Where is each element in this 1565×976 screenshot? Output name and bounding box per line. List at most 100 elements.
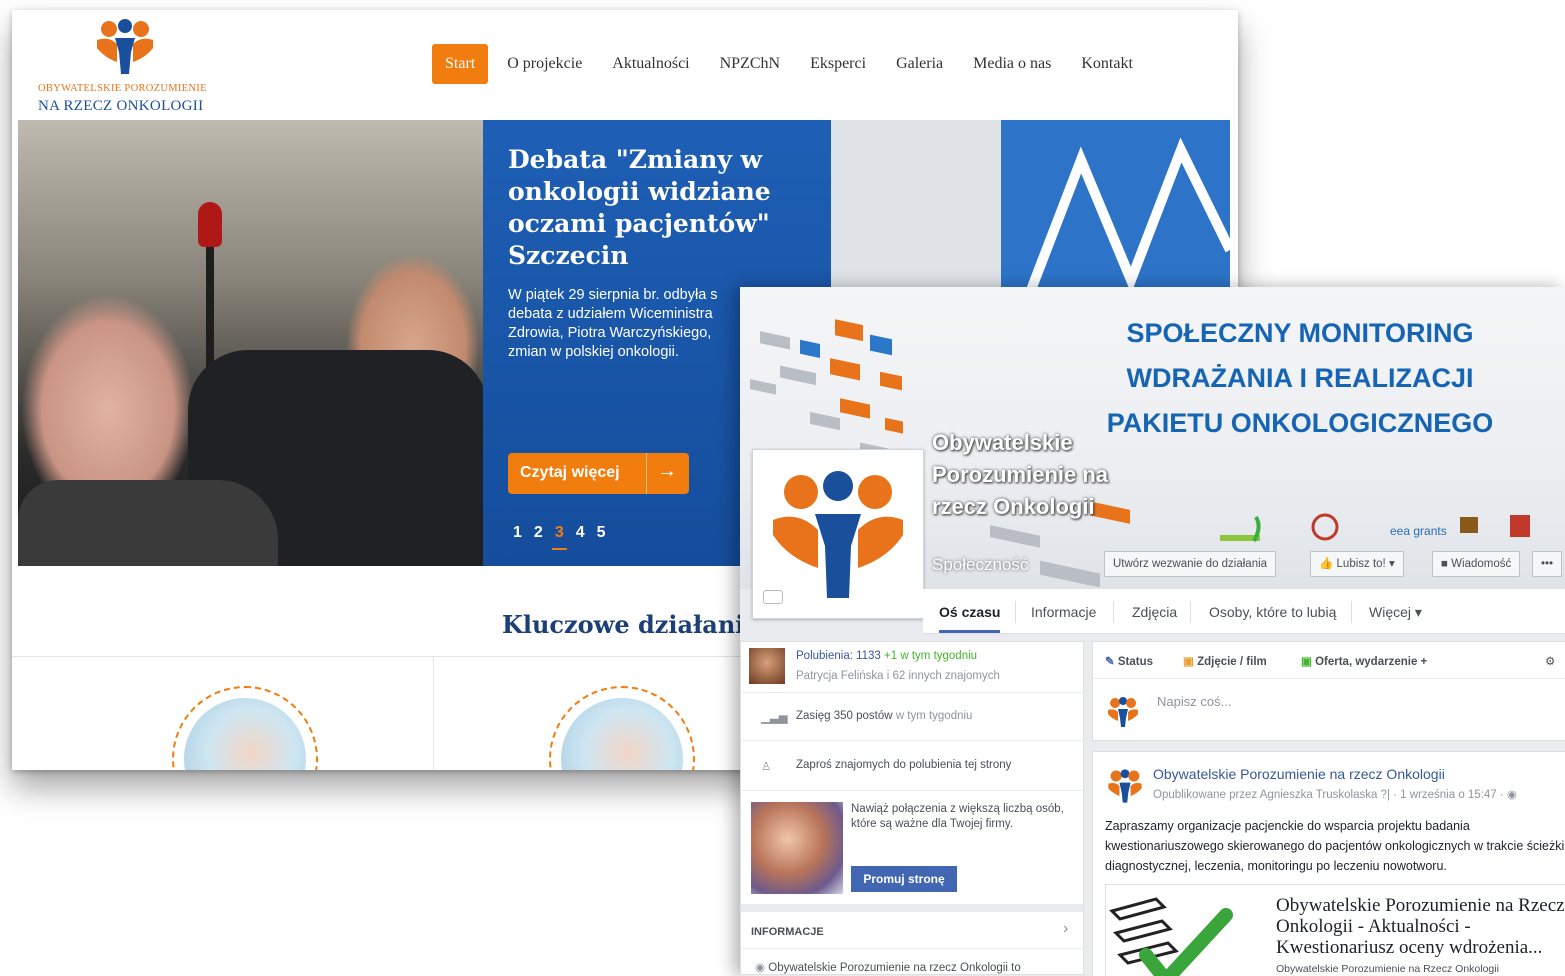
post-meta-text[interactable]: Opublikowane przez Agnieszka Truskolaska… <box>1153 789 1507 801</box>
logo-text-top: OBYWATELSKIE POROZUMIENIE <box>38 83 207 94</box>
checklist-image <box>1106 885 1264 976</box>
main-nav: Start O projekcie Aktualności NPZChN Eks… <box>432 44 1148 84</box>
nav-galeria[interactable]: Galeria <box>881 44 958 84</box>
site-logo[interactable]: OBYWATELSKIE POROZUMIENIE NA RZECZ ONKOL… <box>38 18 228 118</box>
column-divider <box>433 657 434 770</box>
link-source: Obywatelskie Porozumienie na Rzecz Onkol… <box>1276 963 1499 975</box>
tab-separator <box>1113 601 1114 623</box>
doctors-image <box>184 698 306 770</box>
link-title[interactable]: Obywatelskie Porozumienie na Rzecz Onkol… <box>1276 895 1565 958</box>
page-name[interactable]: Obywatelskie Porozumienie na rzecz Onkol… <box>932 427 1122 523</box>
promote-page-button[interactable]: Promuj stronę <box>851 866 957 892</box>
divider <box>741 692 1083 693</box>
offer-label: Oferta, wydarzenie + <box>1315 656 1428 668</box>
logo-text-bottom: NA RZECZ ONKOLOGII <box>38 98 204 114</box>
section-gap <box>741 904 1083 912</box>
nav-o-projekcie[interactable]: O projekcie <box>492 44 597 84</box>
thumbs-up-icon: 👍 <box>1319 558 1334 570</box>
likes-line: Polubienia: 1133 +1 w tym tygodniu <box>796 650 977 662</box>
divider <box>741 948 1083 949</box>
chart-bars-icon: ▁▃▅ <box>761 712 788 724</box>
post-meta: Opublikowane przez Agnieszka Truskolaska… <box>1153 787 1517 801</box>
nav-aktualnosci[interactable]: Aktualności <box>597 44 704 84</box>
reach-week: w tym tygodniu <box>895 710 973 722</box>
tab-separator <box>1351 601 1352 623</box>
post-author-avatar-icon[interactable] <box>1105 766 1145 806</box>
chevron-right-icon[interactable]: › <box>1063 920 1068 938</box>
nav-eksperci[interactable]: Eksperci <box>795 44 881 84</box>
read-more-button[interactable]: Czytaj więcej → <box>508 453 689 494</box>
composer-input[interactable]: Napisz coś... <box>1157 694 1231 709</box>
tab-timeline[interactable]: Oś czasu <box>939 589 1001 633</box>
arrow-right-icon: → <box>657 460 677 482</box>
pencil-icon: ✎ <box>1105 656 1115 668</box>
info-text: ◉ Obywatelskie Porozumienie na rzecz Onk… <box>755 960 1021 974</box>
settings-gear-icon[interactable]: ⚙ <box>1545 654 1555 668</box>
reach-line[interactable]: Zasięg 350 postów w tym tygodniu <box>796 710 972 722</box>
hero-title[interactable]: Debata "Zmiany w onkologii widziane ocza… <box>508 144 828 272</box>
link-preview[interactable]: Obywatelskie Porozumienie na Rzecz Onkol… <box>1105 884 1565 976</box>
pager-page-2[interactable]: 2 <box>534 524 543 542</box>
divider <box>1093 678 1565 679</box>
caret-down-icon: ▾ <box>1388 558 1395 570</box>
section-title-key-actions: Kluczowe działania <box>502 610 760 639</box>
create-call-to-action-button[interactable]: Utwórz wezwanie do działania <box>1104 551 1277 577</box>
page-tabs: Oś czasu Informacje Zdjęcia Osoby, które… <box>923 589 1565 634</box>
microphone-icon <box>198 202 222 247</box>
post-author[interactable]: Obywatelskie Porozumienie na rzecz Onkol… <box>1153 766 1445 782</box>
facebook-page-window: SPOŁECZNY MONITORING WDRAŻANIA I REALIZA… <box>740 287 1565 976</box>
tab-separator <box>1190 601 1191 623</box>
nav-media-o-nas[interactable]: Media o nas <box>958 44 1066 84</box>
pager-page-4[interactable]: 4 <box>576 524 585 542</box>
pager-page-5[interactable]: 5 <box>597 524 606 542</box>
photo-icon: ▣ <box>1183 656 1194 668</box>
tab-more[interactable]: Więcej ▾ <box>1369 589 1422 633</box>
globe-icon: ◉ <box>1506 789 1517 801</box>
composer-status-tab[interactable]: ✎ Status <box>1105 654 1153 668</box>
photo-label: Zdjęcie / film <box>1197 656 1267 668</box>
likes-count[interactable]: Polubienia: 1133 <box>796 650 881 662</box>
left-sidebar: Polubienia: 1133 +1 w tym tygodniu Patry… <box>740 641 1084 975</box>
page-category: Społeczność <box>932 555 1029 574</box>
promo-image <box>751 802 843 894</box>
nav-start[interactable]: Start <box>432 44 489 84</box>
more-actions-button[interactable]: ••• <box>1532 551 1563 577</box>
nav-npzchn[interactable]: NPZChN <box>705 44 795 84</box>
timeline-post: Obywatelskie Porozumienie na rzecz Onkol… <box>1092 751 1565 976</box>
message-button[interactable]: ■ Wiadomość <box>1432 551 1521 577</box>
offer-icon: ▣ <box>1301 656 1312 668</box>
likes-friends[interactable]: Patrycja Felińska i 62 innych znajomych <box>796 670 1000 682</box>
tab-about[interactable]: Informacje <box>1031 589 1096 633</box>
nav-kontakt[interactable]: Kontakt <box>1066 44 1148 84</box>
pager-page-1[interactable]: 1 <box>513 524 522 542</box>
composer-offer-tab[interactable]: ▣ Oferta, wydarzenie + <box>1301 654 1427 668</box>
pager-page-3[interactable]: 3 <box>551 524 567 550</box>
hero-photo[interactable] <box>18 120 488 566</box>
svg-text:eea grants: eea grants <box>1390 524 1447 538</box>
post-body: Zapraszamy organizacje pacjenckie do wsp… <box>1105 819 1565 873</box>
feature-circle-woman[interactable] <box>549 686 695 770</box>
profile-picture[interactable] <box>752 449 924 619</box>
post-composer: ✎ Status ▣ Zdjęcie / film ▣ Oferta, wyda… <box>1092 641 1565 741</box>
logo-icon <box>97 19 153 74</box>
woman-image <box>561 698 683 770</box>
more-icon: ••• <box>1541 558 1554 570</box>
friend-avatar[interactable] <box>749 648 785 684</box>
status-label: Status <box>1117 656 1153 668</box>
read-more-label: Czytaj więcej <box>520 464 620 481</box>
like-page-button[interactable]: 👍 Lubisz to! ▾ <box>1310 551 1404 577</box>
camera-icon[interactable] <box>763 590 783 604</box>
invite-friends-link[interactable]: Zaproś znajomych do polubienia tej stron… <box>796 759 1011 771</box>
person-left-suit <box>18 480 278 566</box>
tab-likes[interactable]: Osoby, które to lubią <box>1209 589 1336 633</box>
invite-people-icon: ♙ <box>761 761 772 773</box>
composer-photo-tab[interactable]: ▣ Zdjęcie / film <box>1183 654 1267 668</box>
info-header: INFORMACJE <box>751 926 824 938</box>
divider <box>741 790 1083 791</box>
message-label: Wiadomość <box>1451 558 1512 570</box>
cta-label: Utwórz wezwanie do działania <box>1113 558 1268 570</box>
tab-photos[interactable]: Zdjęcia <box>1132 589 1177 633</box>
feature-circle-doctors[interactable] <box>172 686 318 770</box>
slider-pager: 1 2 3 4 5 <box>513 524 606 550</box>
like-label: Lubisz to! <box>1336 558 1386 570</box>
